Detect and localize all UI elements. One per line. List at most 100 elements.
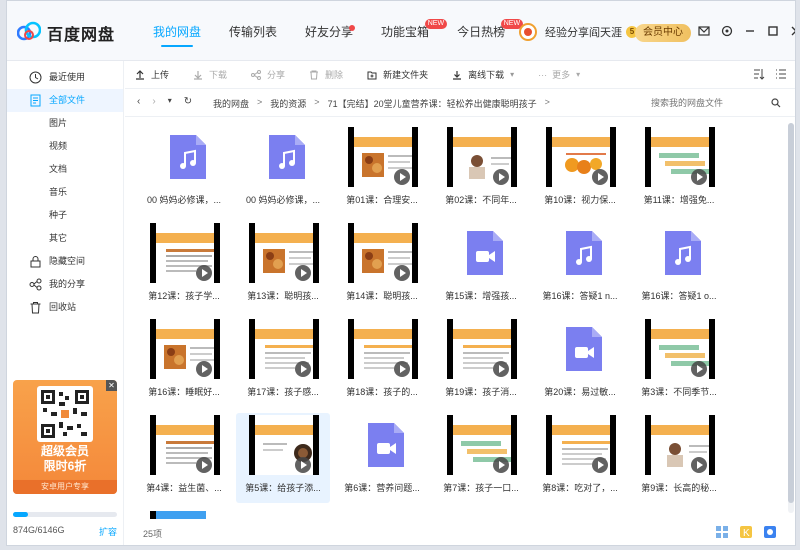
file-item[interactable]: 第6课：营养问题... bbox=[335, 413, 429, 503]
file-item[interactable]: 第18课：孩子的... bbox=[335, 317, 429, 407]
file-item[interactable]: 第13课：聪明孩... bbox=[236, 221, 330, 311]
minimize-icon[interactable] bbox=[743, 23, 757, 39]
file-item[interactable]: 第3课：不同季节... bbox=[632, 317, 726, 407]
scrollbar[interactable] bbox=[788, 123, 794, 513]
close-icon[interactable] bbox=[789, 23, 796, 39]
offline-download-button[interactable]: 离线下载 ▾ bbox=[452, 68, 514, 81]
king-icon[interactable]: K bbox=[739, 525, 753, 539]
back-icon[interactable]: ‹ bbox=[137, 96, 140, 107]
file-item[interactable]: 第12课：孩子学... bbox=[137, 221, 231, 311]
file-item[interactable]: 第14课：聪明孩... bbox=[335, 221, 429, 311]
video-thumbnail bbox=[447, 415, 517, 475]
search-icon[interactable] bbox=[771, 98, 781, 108]
file-item[interactable]: 第16课：睡眠好... bbox=[137, 317, 231, 407]
sidebar-item[interactable]: 回收站 bbox=[7, 296, 123, 319]
view-options bbox=[753, 68, 787, 80]
sidebar-item-label: 我的分享 bbox=[49, 279, 86, 289]
sidebar-item[interactable]: 我的分享 bbox=[7, 273, 123, 296]
delete-button[interactable]: 删除 bbox=[309, 68, 343, 81]
play-icon bbox=[493, 457, 509, 473]
sidebar-item[interactable]: 种子 bbox=[7, 204, 123, 227]
video-thumbnail bbox=[348, 223, 418, 283]
breadcrumb-item[interactable]: 我的资源 bbox=[270, 97, 306, 110]
nav-transfer-list[interactable]: 传输列表 bbox=[215, 1, 291, 61]
upload-button[interactable]: 上传 bbox=[135, 68, 169, 81]
title-bar: 百度网盘 我的网盘 传输列表 好友分享 功能宝箱 NEW 今日热榜 NEW 经验分享… bbox=[7, 1, 796, 61]
sidebar-item[interactable]: 图片 bbox=[7, 112, 123, 135]
forward-icon[interactable]: › bbox=[152, 96, 155, 107]
item-count: 25项 bbox=[143, 529, 163, 539]
user-name[interactable]: 经验分享阎天涯 bbox=[545, 24, 622, 40]
video-thumbnail bbox=[348, 127, 418, 187]
file-item[interactable]: 第5课：给孩子添... bbox=[236, 413, 330, 503]
grid-apps-icon[interactable] bbox=[715, 525, 729, 539]
sidebar-item[interactable]: 音乐 bbox=[7, 181, 123, 204]
video-thumbnail bbox=[645, 415, 715, 475]
avatar[interactable] bbox=[519, 23, 537, 41]
breadcrumb-item[interactable]: 我的网盘 bbox=[213, 97, 249, 110]
file-item[interactable]: 第9课：长高的秘... bbox=[632, 413, 726, 503]
sidebar-item[interactable]: 全部文件 bbox=[7, 89, 123, 112]
file-item[interactable]: 第19课：孩子消... bbox=[434, 317, 528, 407]
file-item[interactable]: 第16课：答疑1 n... bbox=[533, 221, 627, 311]
video-thumbnail bbox=[150, 319, 220, 379]
video-thumbnail bbox=[546, 415, 616, 475]
file-name: 第10课：视力保... bbox=[544, 195, 616, 205]
assistant-icon[interactable] bbox=[763, 525, 777, 539]
file-item[interactable]: 00 妈妈必修课，... bbox=[236, 125, 330, 215]
svg-text:K: K bbox=[743, 528, 750, 539]
mail-icon[interactable] bbox=[697, 23, 711, 39]
file-item[interactable]: 第4课：益生菌、... bbox=[137, 413, 231, 503]
download-button[interactable]: 下载 bbox=[193, 68, 227, 81]
sidebar-item-label: 音乐 bbox=[49, 187, 68, 197]
file-item[interactable]: 第01课：合理安... bbox=[335, 125, 429, 215]
upload-icon bbox=[136, 69, 144, 80]
refresh-icon[interactable]: ↻ bbox=[184, 96, 192, 107]
nav-my-drive[interactable]: 我的网盘 bbox=[139, 1, 215, 61]
play-icon bbox=[196, 361, 212, 377]
file-name: 第9课：长高的秘... bbox=[641, 483, 717, 493]
video-thumbnail bbox=[546, 127, 616, 187]
share-button[interactable]: 分享 bbox=[251, 68, 285, 81]
video-file-icon bbox=[368, 423, 404, 467]
file-item[interactable]: 00 妈妈必修课，... bbox=[137, 125, 231, 215]
new-folder-button[interactable]: 新建文件夹 bbox=[367, 68, 428, 81]
sidebar-item[interactable]: 其它 bbox=[7, 227, 123, 250]
file-item[interactable]: 第02课：不同年... bbox=[434, 125, 528, 215]
sidebar-item[interactable]: 文档 bbox=[7, 158, 123, 181]
more-button[interactable]: ··· 更多 ▾ bbox=[538, 68, 580, 81]
file-item[interactable]: 第11课：增强免... bbox=[632, 125, 726, 215]
list-view-icon[interactable] bbox=[775, 68, 787, 80]
file-item[interactable]: 第16课：答疑1 o... bbox=[632, 221, 726, 311]
close-icon[interactable]: ✕ bbox=[106, 380, 117, 391]
file-name: 第16课：答疑1 n... bbox=[542, 291, 618, 301]
file-item[interactable]: 第17课：孩子感... bbox=[236, 317, 330, 407]
user-info[interactable]: 经验分享阎天涯 5 bbox=[519, 23, 638, 41]
search-input[interactable] bbox=[637, 93, 787, 113]
video-thumbnail bbox=[447, 319, 517, 379]
scrollbar-thumb[interactable] bbox=[788, 123, 794, 503]
gear-icon[interactable] bbox=[720, 23, 734, 39]
sidebar-item[interactable]: 视频 bbox=[7, 135, 123, 158]
file-item[interactable]: 第15课：增强孩... bbox=[434, 221, 528, 311]
history-dropdown-icon[interactable]: ▾ bbox=[168, 96, 172, 107]
sidebar-item-label: 文档 bbox=[49, 164, 68, 174]
nav-friend-share[interactable]: 好友分享 bbox=[291, 1, 367, 61]
promo-subtitle: 限时6折 bbox=[43, 459, 87, 473]
maximize-icon[interactable] bbox=[766, 23, 780, 39]
file-item[interactable]: 第7课：孩子一口... bbox=[434, 413, 528, 503]
file-item[interactable]: 第10课：视力保... bbox=[533, 125, 627, 215]
promo-banner[interactable]: ✕ 超级会员 限时6折 安卓用户专享 bbox=[13, 380, 117, 494]
file-item[interactable]: 第8课：吃对了，... bbox=[533, 413, 627, 503]
sidebar-item[interactable]: 最近使用 bbox=[7, 66, 123, 89]
member-center-button[interactable]: 会员中心 bbox=[635, 24, 691, 42]
partial-file-thumbnail[interactable] bbox=[150, 511, 206, 519]
sidebar-item[interactable]: 隐藏空间 bbox=[7, 250, 123, 273]
play-icon bbox=[691, 457, 707, 473]
expand-storage-link[interactable]: 扩容 bbox=[99, 525, 117, 538]
file-item[interactable]: 第20课：易过敏... bbox=[533, 317, 627, 407]
breadcrumb-item[interactable]: 71【完结】20堂儿童营养课：轻松养出健康聪明孩子 bbox=[328, 97, 537, 110]
nav-feature-box[interactable]: 功能宝箱 NEW bbox=[367, 1, 448, 61]
nav-hot-list[interactable]: 今日热榜 NEW bbox=[443, 1, 524, 61]
sort-icon[interactable] bbox=[753, 68, 765, 80]
